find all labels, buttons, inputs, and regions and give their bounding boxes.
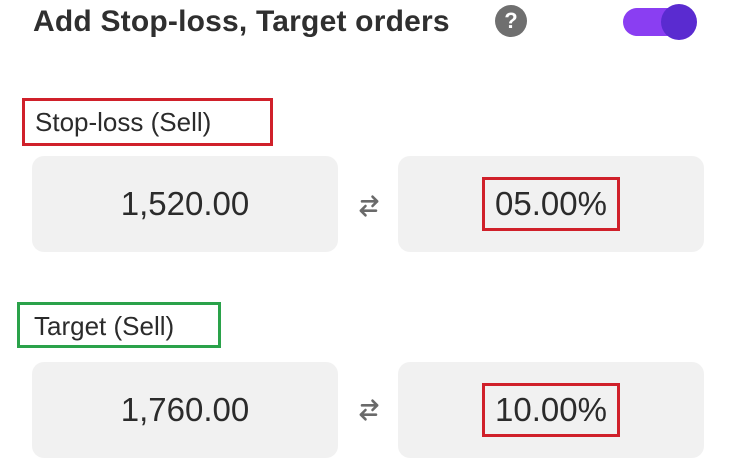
stoploss-percent-value: 05.00%	[482, 177, 620, 231]
stoploss-target-panel: Add Stop-loss, Target orders ? Stop-loss…	[0, 0, 737, 461]
stoploss-percent-input[interactable]: 05.00%	[398, 156, 704, 252]
target-percent-value: 10.00%	[482, 383, 620, 437]
help-icon[interactable]: ?	[495, 5, 527, 37]
stoploss-label: Stop-loss (Sell)	[22, 98, 273, 146]
swap-arrows-icon[interactable]	[355, 396, 383, 424]
stoploss-target-toggle[interactable]	[623, 3, 697, 40]
target-price-input[interactable]: 1,760.00	[32, 362, 338, 458]
stoploss-price-input[interactable]: 1,520.00	[32, 156, 338, 252]
section-title: Add Stop-loss, Target orders	[33, 5, 450, 38]
toggle-knob	[661, 4, 697, 40]
stoploss-price-value: 1,520.00	[120, 185, 250, 222]
target-label: Target (Sell)	[17, 302, 221, 348]
swap-arrows-icon[interactable]	[355, 192, 383, 220]
target-price-value: 1,760.00	[120, 391, 250, 428]
target-percent-input[interactable]: 10.00%	[398, 362, 704, 458]
